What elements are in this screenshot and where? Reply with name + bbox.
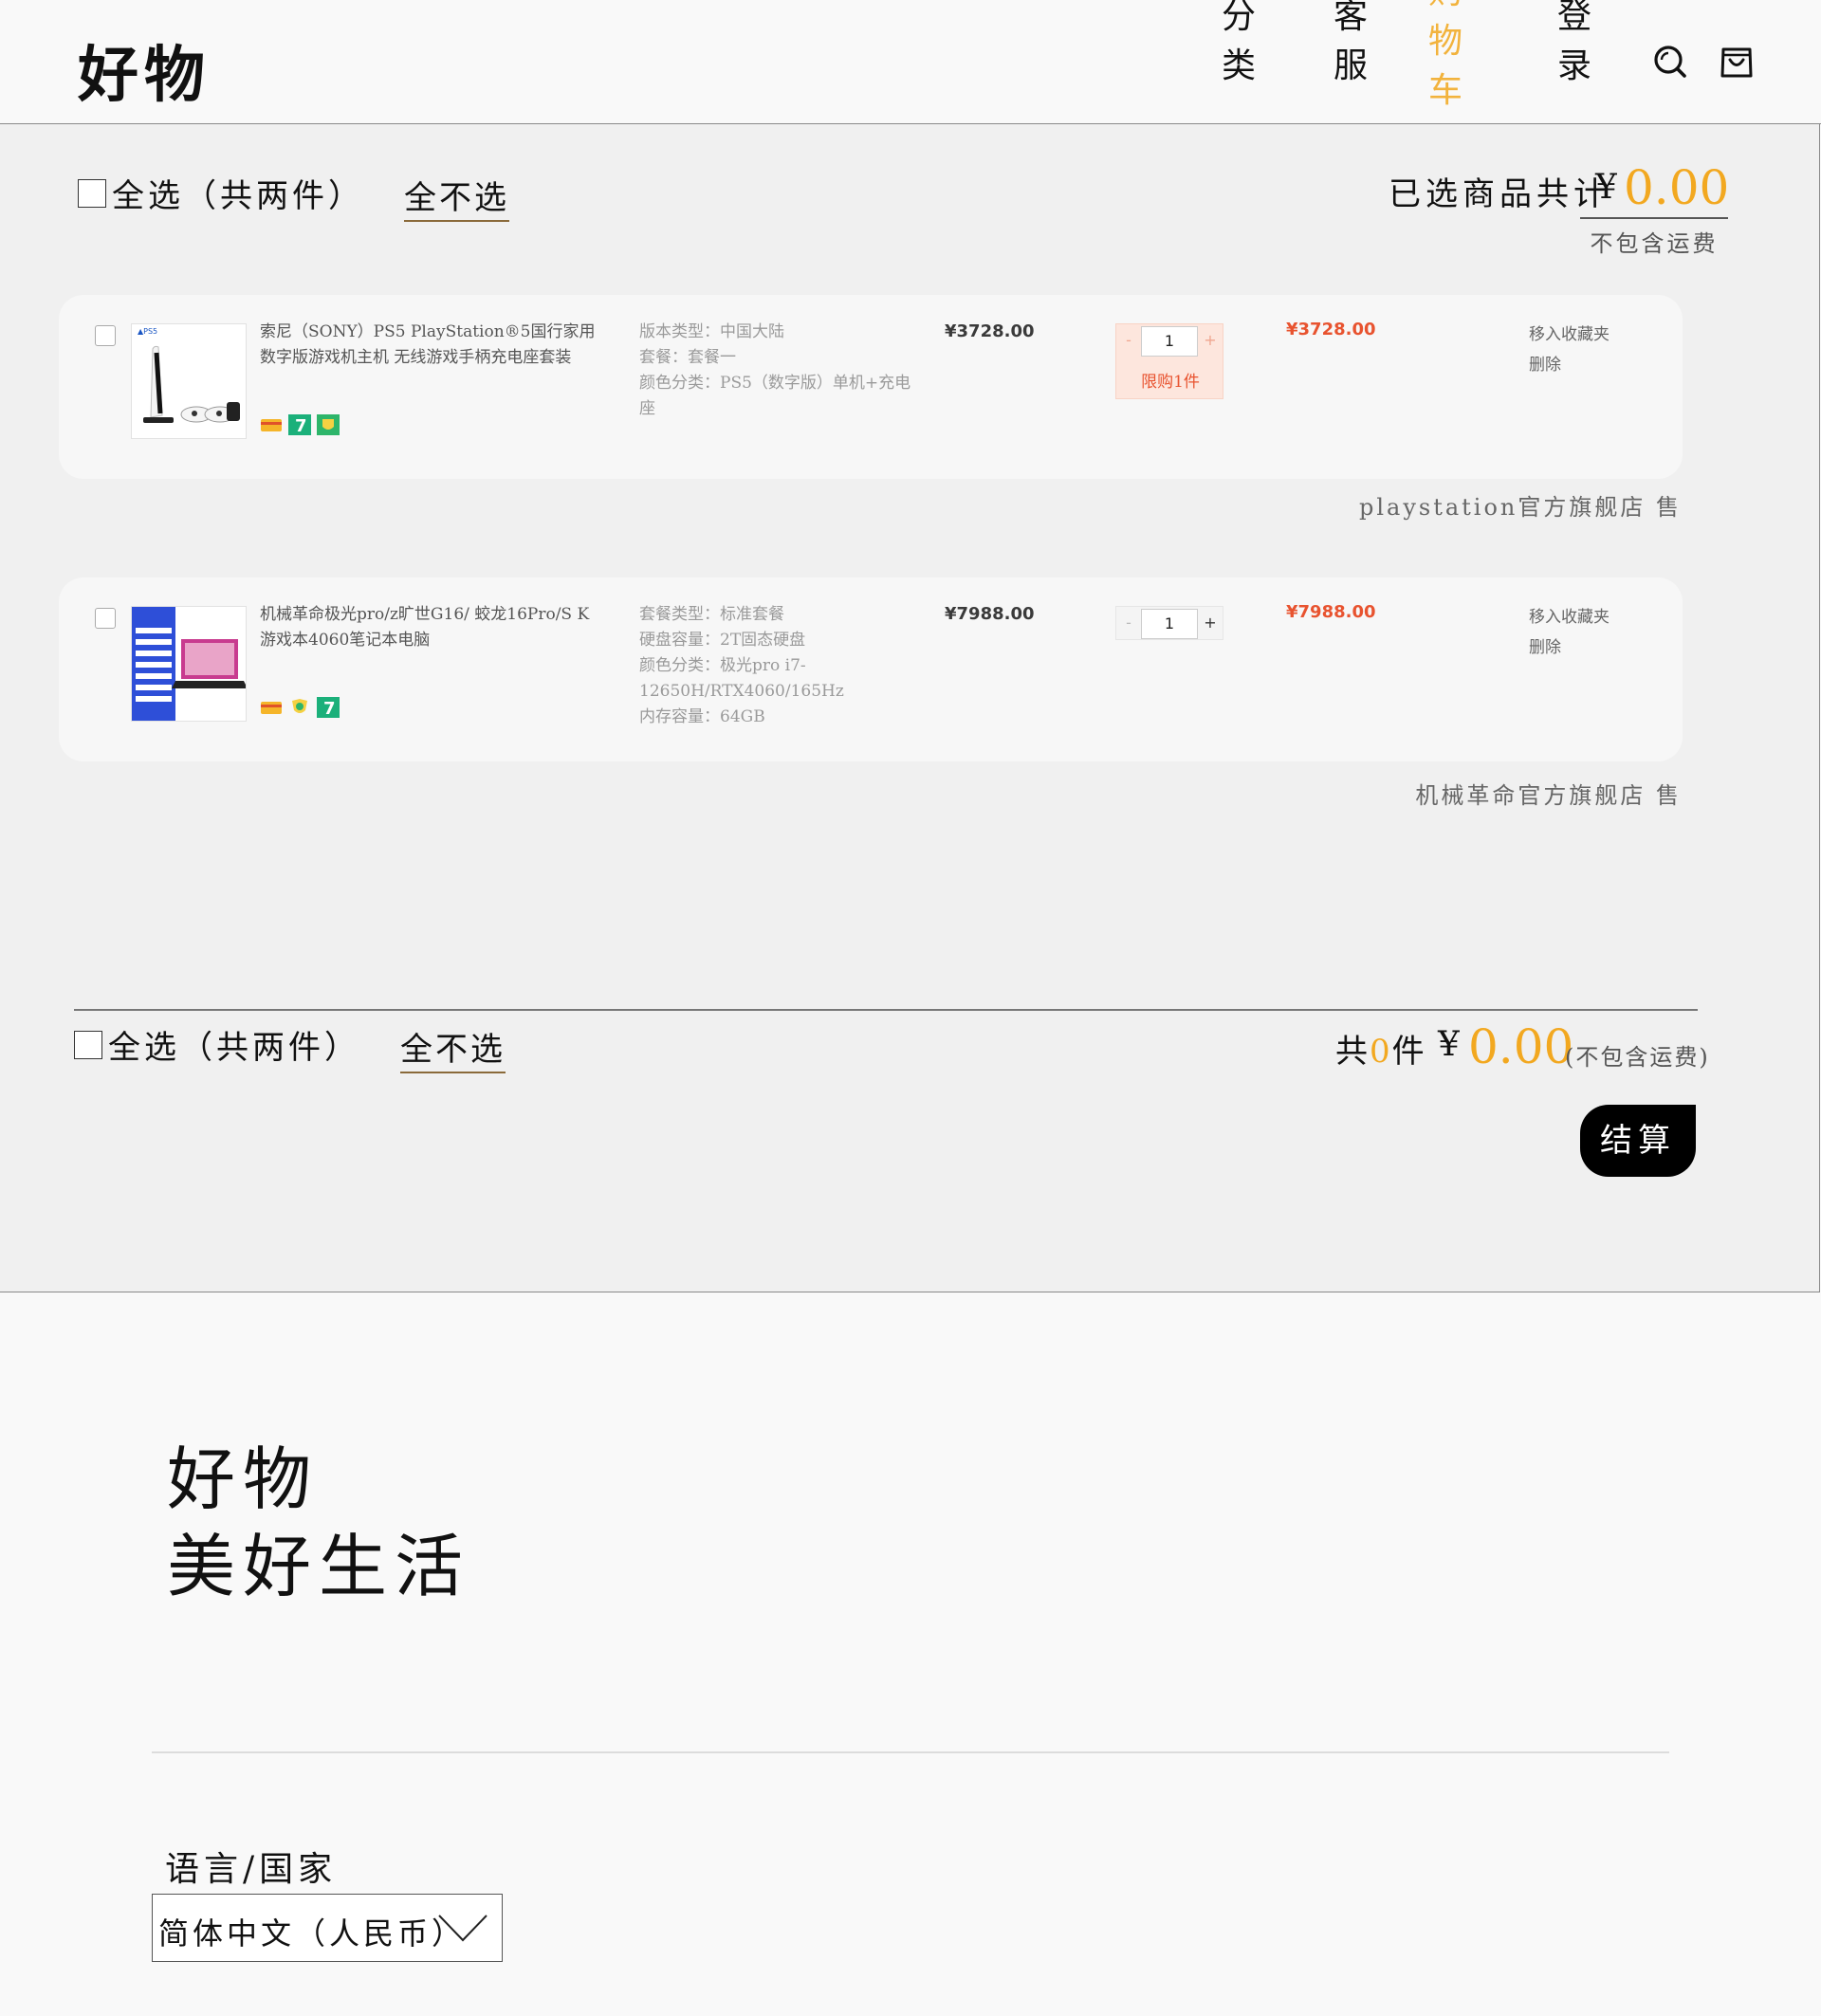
cart-item: ▲PS5 索尼（SONY）PS5 PlayStation®5国行家用数字版游戏机… <box>59 295 1683 479</box>
shop-name[interactable]: playstation官方旗舰店 售 <box>1359 488 1682 522</box>
product-name[interactable]: 索尼（SONY）PS5 PlayStation®5国行家用数字版游戏机主机 无线… <box>260 320 601 371</box>
spec-line: 套餐类型：标准套餐 <box>639 605 784 624</box>
language-select[interactable]: 简体中文（人民币） <box>152 1894 503 1962</box>
select-all-checkbox-bottom[interactable] <box>74 1031 102 1059</box>
item-checkbox[interactable] <box>95 608 116 629</box>
nav-login[interactable]: 登录 <box>1557 0 1596 87</box>
search-icon[interactable] <box>1652 44 1688 80</box>
shopping-bag-icon[interactable] <box>1719 44 1755 80</box>
footer-logo-line2: 美好生活 <box>167 1527 471 1606</box>
selected-count: 共0件 <box>1335 1025 1426 1072</box>
footer-divider <box>152 1751 1669 1753</box>
selected-total-amount: 0.00 <box>1624 160 1730 215</box>
product-image[interactable]: ▲PS5 <box>131 323 247 439</box>
count-value: 0 <box>1370 1033 1392 1071</box>
currency-symbol: ¥ <box>1438 1025 1460 1064</box>
selected-total-label: 已选商品共计 <box>1389 175 1610 213</box>
spec-line: 颜色分类：PS5（数字版）单机+充电座 <box>639 374 911 418</box>
unit-price: ¥7988.00 <box>945 604 1035 624</box>
product-name[interactable]: 机械革命极光pro/z旷世G16/ 蛟龙16Pro/S K 游戏本4060笔记本… <box>260 602 601 653</box>
nav-customer-service[interactable]: 客服 <box>1334 0 1372 87</box>
service-badges: 7 <box>260 697 340 718</box>
move-to-favorites-link[interactable]: 移入收藏夹 <box>1529 320 1609 350</box>
chevron-down-icon <box>438 1915 487 1942</box>
increment-button[interactable]: + <box>1198 324 1223 357</box>
product-specs: 版本类型：中国大陆 套餐：套餐一 颜色分类：PS5（数字版）单机+充电座 <box>639 320 924 422</box>
delete-item-link[interactable]: 删除 <box>1529 350 1609 380</box>
nav-cart[interactable]: 购物车 <box>1428 0 1467 112</box>
select-none-link-bottom[interactable]: 全不选 <box>400 1023 506 1073</box>
subtotal-price: ¥3728.00 <box>1286 320 1376 339</box>
select-none-link-top[interactable]: 全不选 <box>404 172 509 222</box>
ps5-console-image: ▲PS5 <box>132 324 246 438</box>
select-all-checkbox-top[interactable] <box>78 179 106 208</box>
spec-line: 套餐：套餐一 <box>639 348 736 367</box>
shipping-note: 不包含运费 <box>1580 217 1728 257</box>
select-all-label-top: 全选（共两件） <box>112 177 364 215</box>
seven-day-return-icon: 7 <box>288 414 311 435</box>
quantity-input[interactable]: 1 <box>1141 609 1198 639</box>
language-label: 语言/国家 <box>165 1850 338 1889</box>
cart-item: 机械革命极光pro/z旷世G16/ 蛟龙16Pro/S K 游戏本4060笔记本… <box>59 577 1683 761</box>
footer-logo: 好物 美好生活 <box>167 1436 470 1610</box>
spec-line: 版本类型：中国大陆 <box>639 322 784 341</box>
select-all-label-bottom: 全选（共两件） <box>108 1029 360 1067</box>
footer-logo-line1: 好物 <box>167 1439 320 1519</box>
spec-line: 内存容量：64GB <box>639 707 765 726</box>
product-image[interactable] <box>131 606 247 722</box>
language-select-value: 简体中文（人民币） <box>158 1915 467 1952</box>
svg-text:7: 7 <box>295 416 307 435</box>
item-operations: 移入收藏夹 删除 <box>1529 602 1609 663</box>
item-checkbox[interactable] <box>95 325 116 346</box>
laptop-image <box>132 607 246 721</box>
shop-name[interactable]: 机械革命官方旗舰店 售 <box>1415 777 1682 810</box>
credit-card-icon <box>261 419 282 431</box>
site-logo[interactable]: 好物 <box>78 27 211 114</box>
svg-text:▲PS5: ▲PS5 <box>138 327 157 336</box>
quantity-stepper: - 1 + <box>1115 606 1223 640</box>
count-prefix: 共 <box>1335 1033 1370 1071</box>
bottom-total-amount: 0.00 <box>1468 1019 1574 1074</box>
divider <box>74 1009 1698 1011</box>
spec-line: 硬盘容量：2T固态硬盘 <box>639 631 806 650</box>
item-operations: 移入收藏夹 删除 <box>1529 320 1609 380</box>
subtotal-price: ¥7988.00 <box>1286 602 1376 622</box>
delete-item-link[interactable]: 删除 <box>1529 632 1609 663</box>
count-suffix: 件 <box>1391 1033 1426 1071</box>
credit-card-icon <box>261 702 282 714</box>
quantity-input[interactable]: 1 <box>1141 326 1198 357</box>
service-badges: 7 <box>260 414 340 435</box>
checkout-button[interactable]: 结算 <box>1580 1105 1696 1177</box>
gold-medal-icon <box>292 699 307 713</box>
move-to-favorites-link[interactable]: 移入收藏夹 <box>1529 602 1609 632</box>
purchase-limit-note: 限购1件 <box>1141 373 1200 392</box>
nav-category[interactable]: 分类 <box>1222 0 1260 87</box>
unit-price: ¥3728.00 <box>945 321 1035 341</box>
shipping-note-bottom: (不包含运费) <box>1565 1044 1710 1071</box>
spec-line: 颜色分类：极光pro i7-12650H/RTX4060/165Hz <box>639 656 844 701</box>
site-header: 好物 分类 客服 购物车 登录 <box>0 0 1821 124</box>
seven-day-return-icon: 7 <box>317 697 340 718</box>
quality-guarantee-icon <box>317 414 340 435</box>
cart-panel: 全选（共两件） 全不选 已选商品共计 ¥ 0.00 不包含运费 ▲PS5 索尼（… <box>0 124 1820 1292</box>
decrement-button[interactable]: - <box>1116 324 1141 357</box>
product-specs: 套餐类型：标准套餐 硬盘容量：2T固态硬盘 颜色分类：极光pro i7-1265… <box>639 602 924 730</box>
svg-text:7: 7 <box>323 699 336 718</box>
quantity-stepper: - 1 + 限购1件 <box>1115 323 1223 399</box>
decrement-button[interactable]: - <box>1116 607 1141 639</box>
currency-symbol: ¥ <box>1595 168 1617 207</box>
increment-button[interactable]: + <box>1198 607 1223 639</box>
